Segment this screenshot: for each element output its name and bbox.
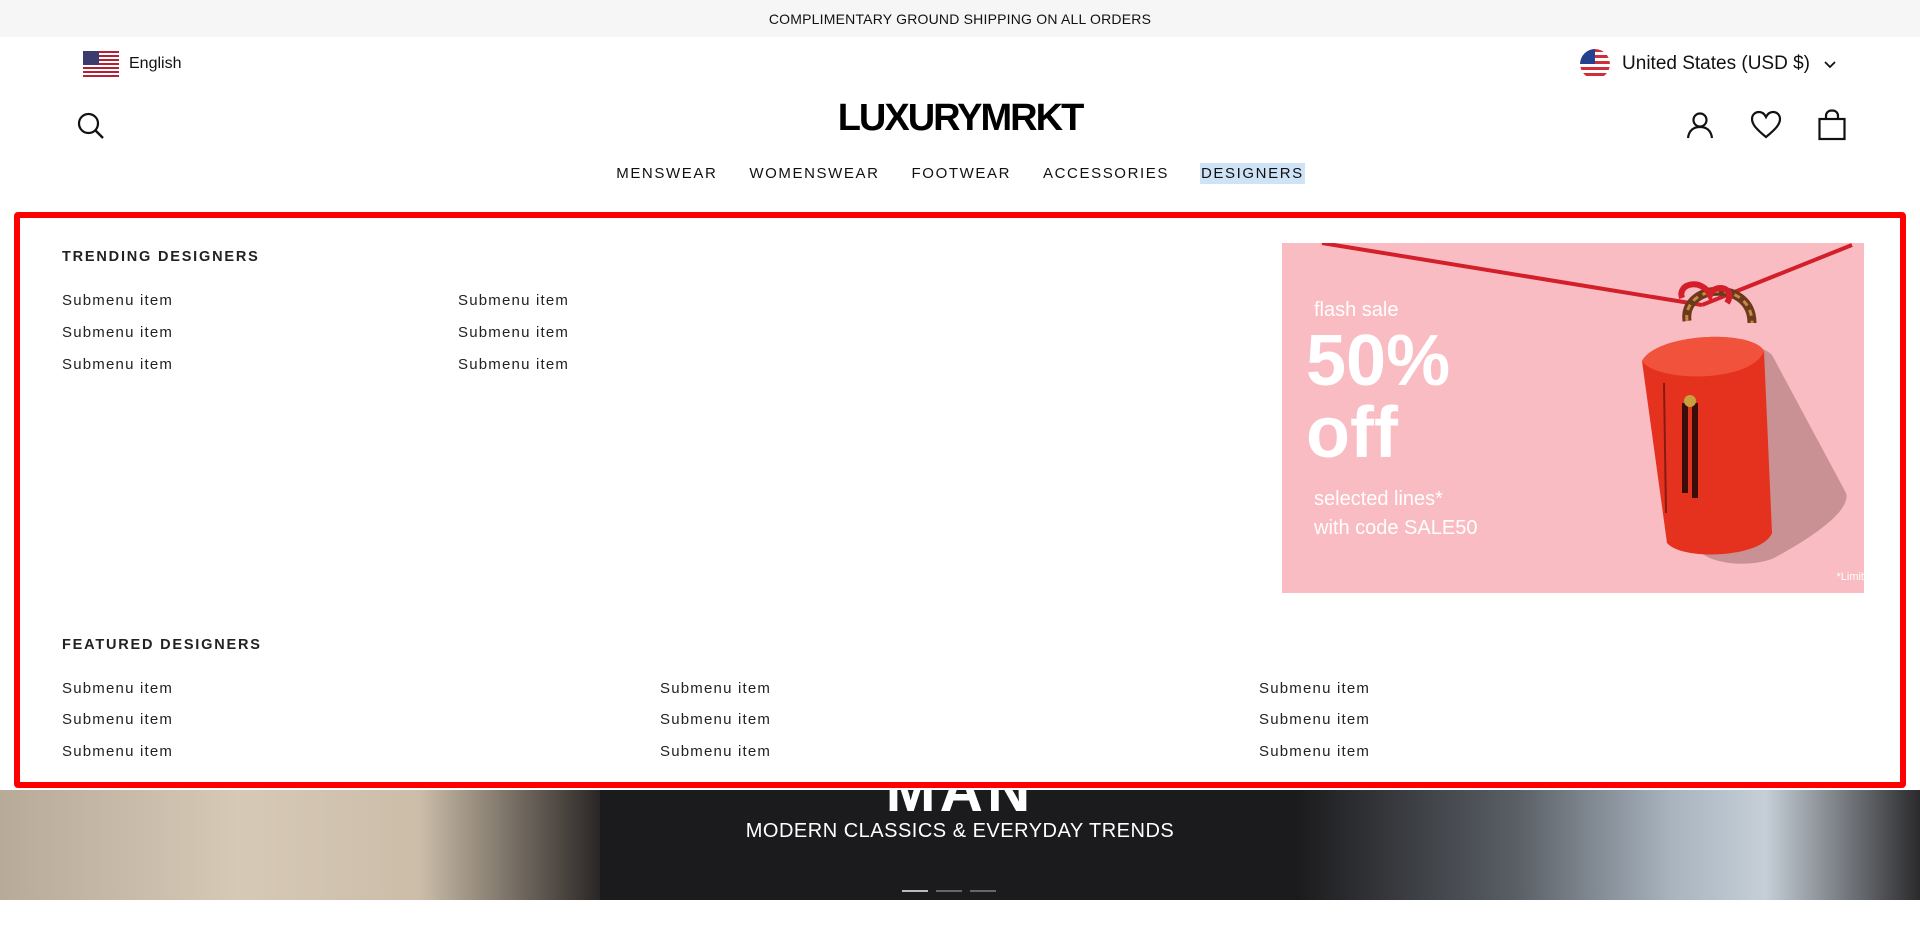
trending-item[interactable]: Submenu item xyxy=(458,324,569,341)
account-icon[interactable] xyxy=(1684,109,1716,141)
featured-item[interactable]: Submenu item xyxy=(62,711,173,728)
trending-item[interactable]: Submenu item xyxy=(458,292,569,309)
header-actions xyxy=(1684,109,1848,141)
country-label: United States (USD $) xyxy=(1622,53,1810,74)
us-round-flag-icon xyxy=(1580,49,1611,79)
nav-menswear[interactable]: MENSWEAR xyxy=(615,163,718,184)
featured-item[interactable]: Submenu item xyxy=(62,743,173,760)
site-header: LUXURYMRKT xyxy=(0,91,1920,161)
announcement-bar: COMPLIMENTARY GROUND SHIPPING ON ALL ORD… xyxy=(0,0,1920,37)
cart-bag-icon[interactable] xyxy=(1816,109,1848,141)
announcement-text: COMPLIMENTARY GROUND SHIPPING ON ALL ORD… xyxy=(768,10,1152,27)
promo-flash-label: flash sale xyxy=(1314,299,1399,321)
promo-line-1: selected lines* xyxy=(1314,488,1443,510)
featured-item[interactable]: Submenu item xyxy=(62,680,173,697)
promo-details: selected lines* with code SALE50 xyxy=(1314,485,1477,543)
promo-percent: 50% xyxy=(1306,321,1451,401)
featured-item[interactable]: Submenu item xyxy=(1259,711,1370,728)
featured-item[interactable]: Submenu item xyxy=(1259,680,1370,697)
nav-footwear[interactable]: FOOTWEAR xyxy=(911,163,1012,184)
trending-designers-heading: TRENDING DESIGNERS xyxy=(62,249,260,265)
promo-off: off xyxy=(1306,393,1398,473)
carousel-dots xyxy=(902,890,996,892)
promo-discount: 50% off xyxy=(1306,325,1450,469)
trending-item[interactable]: Submenu item xyxy=(62,292,173,309)
featured-item[interactable]: Submenu item xyxy=(660,711,771,728)
hero-subtitle: MODERN CLASSICS & EVERYDAY TRENDS xyxy=(745,820,1175,842)
designers-mega-menu: TRENDING DESIGNERS Submenu item Submenu … xyxy=(14,212,1906,788)
promo-fine-print: *Limit xyxy=(1836,571,1864,583)
carousel-dot-2[interactable] xyxy=(936,890,962,892)
nav-womenswear[interactable]: WOMENSWEAR xyxy=(748,163,880,184)
hero-banner[interactable]: MAN MODERN CLASSICS & EVERYDAY TRENDS xyxy=(0,790,1920,900)
main-navigation: MENSWEAR WOMENSWEAR FOOTWEAR ACCESSORIES… xyxy=(0,163,1920,184)
nav-designers[interactable]: DESIGNERS xyxy=(1199,163,1305,184)
featured-item[interactable]: Submenu item xyxy=(660,680,771,697)
carousel-dot-1[interactable] xyxy=(902,890,928,892)
site-logo[interactable]: LUXURYMRKT xyxy=(0,97,1920,140)
trending-item[interactable]: Submenu item xyxy=(62,324,173,341)
flash-sale-promo-banner[interactable]: flash sale 50% off selected lines* with … xyxy=(1282,243,1864,593)
featured-item[interactable]: Submenu item xyxy=(660,743,771,760)
language-label: English xyxy=(129,55,182,72)
language-selector[interactable]: English xyxy=(83,51,181,77)
country-currency-selector[interactable]: United States (USD $) xyxy=(1580,49,1838,79)
carousel-dot-3[interactable] xyxy=(970,890,996,892)
featured-designers-heading: FEATURED DESIGNERS xyxy=(62,637,262,653)
promo-line-2: with code SALE50 xyxy=(1314,517,1478,539)
us-flag-icon xyxy=(83,51,119,77)
chevron-down-icon xyxy=(1824,61,1836,69)
featured-item[interactable]: Submenu item xyxy=(1259,743,1370,760)
utility-bar: English United States (USD $) xyxy=(0,37,1920,91)
nav-accessories[interactable]: ACCESSORIES xyxy=(1042,163,1170,184)
trending-item[interactable]: Submenu item xyxy=(62,356,173,373)
trending-item[interactable]: Submenu item xyxy=(458,356,569,373)
wishlist-heart-icon[interactable] xyxy=(1750,109,1782,141)
